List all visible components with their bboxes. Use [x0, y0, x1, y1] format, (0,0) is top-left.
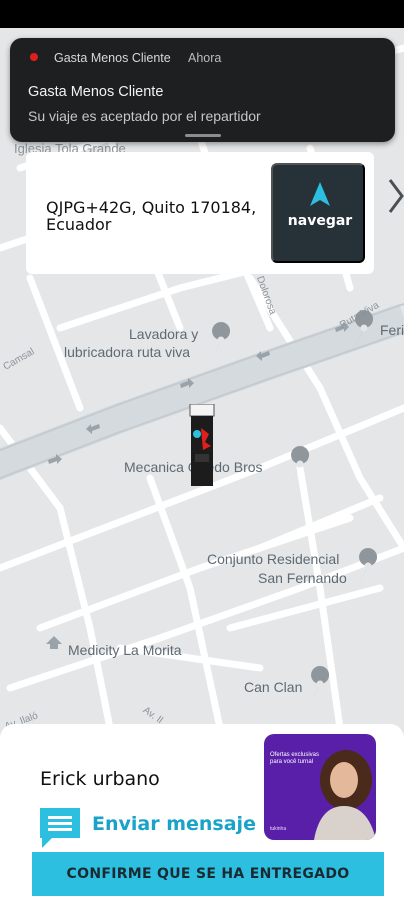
- status-bar: [0, 0, 404, 28]
- poi-lavadora-label-2: lubricadora ruta viva: [64, 344, 191, 360]
- notification-time: Ahora: [188, 51, 222, 65]
- message-icon[interactable]: [40, 808, 80, 848]
- address-card: QJPG+42G, Quito 170184, Ecuador navegar: [26, 152, 374, 274]
- ad-brand: tukinha: [270, 826, 287, 832]
- chevron-right-icon: [388, 179, 404, 213]
- delivery-vehicle-marker: [187, 403, 217, 488]
- notification-app-name: Gasta Menos Cliente: [54, 51, 171, 65]
- poi-lavadora-label-1: Lavadora y: [129, 326, 199, 342]
- poi-feri-label: Feri: [380, 322, 404, 338]
- confirm-delivery-label: CONFIRME QUE SE HA ENTREGADO: [66, 866, 350, 882]
- send-message-link[interactable]: Enviar mensaje: [92, 813, 256, 835]
- navigate-button-label: navegar: [287, 213, 353, 229]
- app-icon: [29, 53, 38, 63]
- poi-can-clan-label: Can Clan: [244, 679, 303, 695]
- address-text: QJPG+42G, Quito 170184, Ecuador: [46, 198, 257, 234]
- poi-conjunto-label-1: Conjunto Residencial: [207, 551, 340, 567]
- poi-medicity-label: Medicity La Morita: [68, 642, 182, 658]
- notification-drag-handle[interactable]: [185, 134, 221, 137]
- notification-body: Su viaje es aceptado por el repartidor: [28, 108, 261, 124]
- driver-name: Erick urbano: [40, 768, 160, 790]
- ad-banner[interactable]: Ofertas exclusivas para você turnal tuki…: [264, 734, 376, 840]
- navigation-arrow-icon: [310, 182, 330, 206]
- navigate-button[interactable]: navegar: [271, 163, 365, 263]
- ad-person-image: [314, 750, 376, 840]
- confirm-delivery-button[interactable]: CONFIRME QUE SE HA ENTREGADO: [32, 852, 384, 896]
- bottom-sheet: Erick urbano Enviar mensaje Ofertas excl…: [0, 724, 404, 900]
- notification-title: Gasta Menos Cliente: [28, 84, 164, 100]
- push-notification[interactable]: Gasta Menos Cliente Ahora Gasta Menos Cl…: [10, 38, 395, 142]
- poi-conjunto-label-2: San Fernando: [258, 570, 347, 586]
